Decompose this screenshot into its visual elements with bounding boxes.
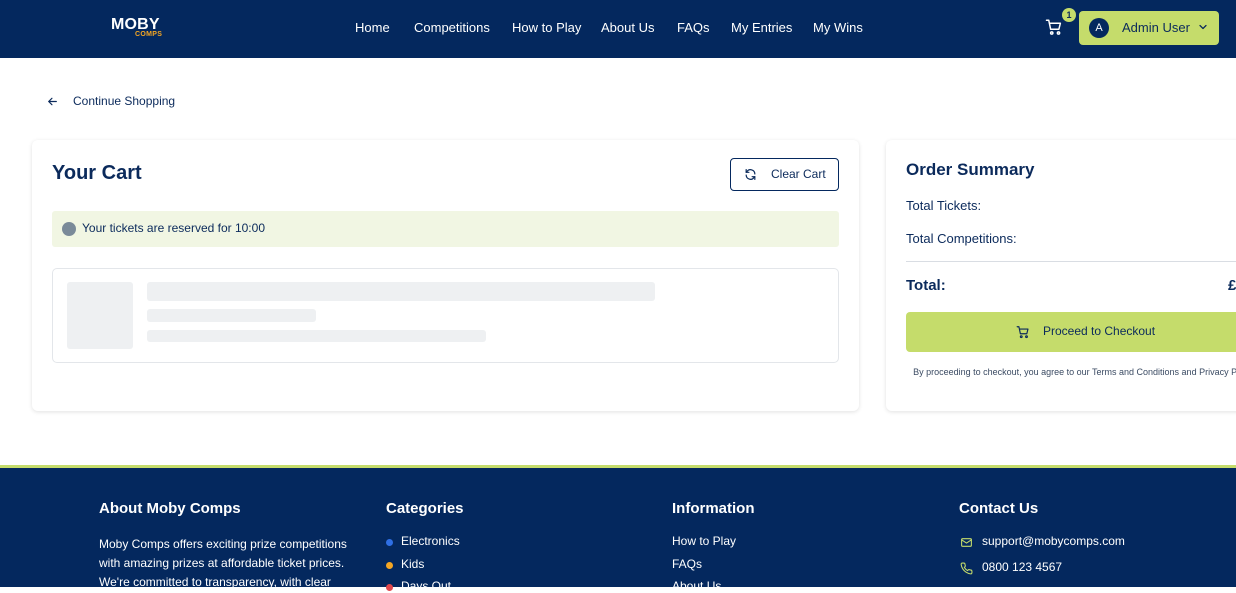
footer-contact-email[interactable]: support@mobycomps.com xyxy=(982,534,1125,548)
cart-button[interactable] xyxy=(1045,18,1065,38)
footer-about-text: Moby Comps offers exciting prize competi… xyxy=(99,537,347,589)
total-value: £ xyxy=(1228,277,1236,294)
site-logo[interactable]: MOBY COMPS xyxy=(111,16,171,42)
nav-link-my-entries[interactable]: My Entries xyxy=(731,20,792,35)
category-dot-kids xyxy=(386,562,393,569)
cart-icon xyxy=(1016,326,1029,339)
skeleton-line xyxy=(147,309,316,322)
category-dot-days-out xyxy=(386,584,393,591)
mail-icon xyxy=(961,538,972,547)
chevron-down-icon xyxy=(1199,24,1207,30)
skeleton-line xyxy=(147,330,486,342)
avatar: A xyxy=(1089,18,1109,38)
footer-category-kids[interactable]: Kids xyxy=(401,557,424,571)
footer-category-days-out[interactable]: Days Out xyxy=(401,579,451,593)
order-summary-title: Order Summary xyxy=(906,160,1035,179)
footer-link-how-to-play[interactable]: How to Play xyxy=(672,534,736,548)
cart-icon xyxy=(1045,19,1062,35)
proceed-to-checkout-label: Proceed to Checkout xyxy=(1043,324,1156,338)
footer-link-faqs[interactable]: FAQs xyxy=(672,557,702,571)
total-label: Total: xyxy=(906,277,946,294)
arrow-left-icon xyxy=(48,97,57,106)
footer-categories-heading: Categories xyxy=(386,500,464,517)
skeleton-thumbnail xyxy=(67,282,133,349)
reservation-notice: Your tickets are reserved for 10:00 xyxy=(52,211,839,247)
page-title: Your Cart xyxy=(52,162,142,184)
clear-cart-label: Clear Cart xyxy=(771,167,826,181)
refresh-icon xyxy=(745,169,756,180)
logo-sub-text: COMPS xyxy=(135,31,163,38)
nav-link-how-to-play[interactable]: How to Play xyxy=(512,20,581,35)
proceed-to-checkout-button[interactable]: Proceed to Checkout xyxy=(906,312,1236,352)
top-navbar: MOBY COMPS Home Competitions How to Play… xyxy=(0,0,1236,58)
skeleton-line xyxy=(147,282,655,301)
footer-category-electronics[interactable]: Electronics xyxy=(401,534,460,548)
summary-divider xyxy=(906,261,1236,262)
cart-item-loading-skeleton xyxy=(52,268,839,363)
continue-shopping-label: Continue Shopping xyxy=(73,94,176,108)
reservation-text: Your tickets are reserved for 10:00 xyxy=(82,221,265,235)
phone-icon xyxy=(960,562,973,575)
nav-link-faqs[interactable]: FAQs xyxy=(677,20,710,35)
footer-contact-phone[interactable]: 0800 123 4567 xyxy=(982,560,1062,574)
site-footer: About Moby Comps Moby Comps offers excit… xyxy=(0,465,1236,593)
footer-information-heading: Information xyxy=(672,500,755,517)
total-competitions-label: Total Competitions: xyxy=(906,231,1017,246)
footer-about-heading: About Moby Comps xyxy=(99,500,241,517)
checkout-terms-note: By proceeding to checkout, you agree to … xyxy=(913,367,1236,377)
user-menu-button[interactable]: A Admin User xyxy=(1079,11,1219,45)
timer-icon xyxy=(62,222,76,236)
nav-link-about-us[interactable]: About Us xyxy=(601,20,654,35)
nav-link-competitions[interactable]: Competitions xyxy=(414,20,490,35)
category-dot-electronics xyxy=(386,539,393,546)
footer-link-about-us[interactable]: About Us xyxy=(672,579,721,593)
total-tickets-label: Total Tickets: xyxy=(906,198,982,213)
cart-count-badge: 1 xyxy=(1062,8,1076,22)
nav-link-my-wins[interactable]: My Wins xyxy=(813,20,863,35)
cart-panel: Your Cart Clear Cart Your tickets are re… xyxy=(32,140,859,411)
order-summary-panel: Order Summary Total Tickets: Total Compe… xyxy=(886,140,1236,411)
user-name-label: Admin User xyxy=(1122,20,1190,35)
nav-link-home[interactable]: Home xyxy=(355,20,390,35)
clear-cart-button[interactable]: Clear Cart xyxy=(730,158,839,191)
footer-contact-heading: Contact Us xyxy=(959,500,1039,517)
